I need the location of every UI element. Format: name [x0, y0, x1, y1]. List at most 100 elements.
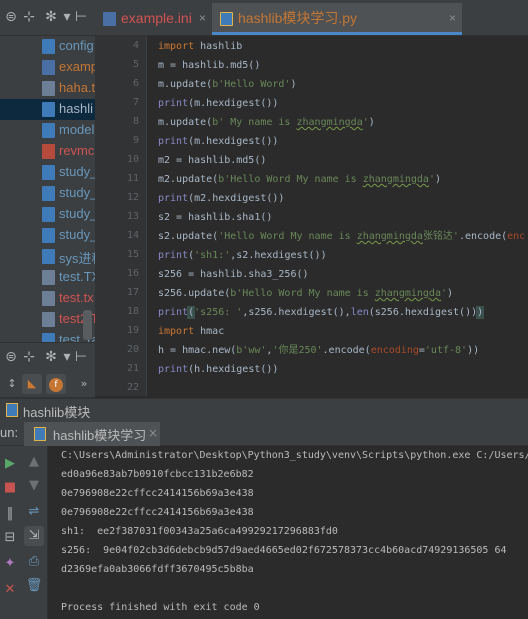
tab-hashlib-py[interactable]: hashlib模块学习.py × [212, 3, 462, 35]
line-number: 22 [126, 382, 139, 393]
py-file-icon [42, 39, 55, 54]
settings-icon[interactable]: ✦ [0, 554, 20, 574]
file-name: study_ [59, 185, 95, 200]
code-line: print(m2.hexdigest()) [158, 193, 285, 204]
line-number: 18 [126, 306, 139, 317]
run-toolbar-right: ▲ ▼ ⇌ ⇲ ⎙ 🗑 [20, 446, 48, 619]
line-number: 7 [132, 97, 139, 108]
code-line: s256 = hashlib.sha3_256() [158, 269, 309, 280]
scroll-up-icon[interactable]: ▲ [24, 452, 44, 472]
filter-fields-icon[interactable]: ◣ [22, 374, 42, 394]
layout-icon[interactable]: ⊟ [0, 528, 20, 548]
soft-wrap-icon[interactable]: ⇌ [24, 502, 44, 522]
sync-icon[interactable]: ⊜ [2, 348, 20, 366]
collapse-icon[interactable]: ⊹ [20, 348, 38, 366]
line-number: 9 [132, 135, 139, 146]
ini-file-icon [42, 60, 55, 75]
more-icon[interactable]: » [74, 374, 94, 394]
file-name: haha.t [59, 80, 95, 95]
run-tab-label: hashlib模块学习 [53, 428, 147, 443]
sync-icon[interactable]: ⊜ [2, 8, 20, 26]
line-number: 8 [132, 116, 139, 127]
file-name: hashli [59, 101, 93, 116]
code-line: import hashlib [158, 41, 243, 52]
line-number: 14 [126, 230, 139, 241]
scrollbar[interactable] [83, 310, 92, 340]
txt-file-icon [42, 81, 55, 96]
filter-functions-icon[interactable]: f [46, 374, 66, 394]
project-tree-item[interactable]: study_ [0, 183, 95, 204]
project-tree-item[interactable]: test.tx [0, 288, 95, 309]
tab-example-ini[interactable]: example.ini × [95, 3, 212, 35]
project-tree-item[interactable]: hashli [0, 99, 95, 120]
project-tree-item[interactable]: study_ [0, 204, 95, 225]
run-console[interactable]: C:\Users\Administrator\Desktop\Python3_s… [48, 446, 528, 619]
txt-file-icon [42, 312, 55, 327]
project-tree-item[interactable]: test2.T [0, 309, 95, 330]
close-icon[interactable]: × [449, 3, 456, 33]
print-icon[interactable]: ⎙ [24, 552, 44, 572]
editor-tabs: example.ini × hashlib模块学习.py × [95, 0, 528, 36]
file-name: config [59, 38, 94, 53]
close-run-icon[interactable]: ✕ [0, 580, 20, 600]
line-number-gutter: 4 5 6 7 8 9 10 11 12 13 14 15 16 17 18 19 20 21 22 [95, 36, 147, 396]
structure-title-bar: hashlib模块 [0, 398, 528, 422]
stop-icon[interactable]: ■ [0, 478, 20, 498]
scroll-down-icon[interactable]: ▼ [24, 476, 44, 496]
py-file-icon [42, 123, 55, 138]
file-name: model.py [59, 122, 95, 137]
project-tree-item[interactable]: test_ra [0, 330, 95, 342]
project-tree-item[interactable]: study_ [0, 225, 95, 246]
console-line: 0e796908e22cffcc2414156b69a3e438 [61, 507, 254, 518]
code-line: m = hashlib.md5() [158, 60, 261, 71]
python-file-icon [6, 403, 18, 417]
py-file-icon [42, 333, 55, 342]
console-line: s256: 9e04f02cb3d6debcb9d57d9aed4665ed02… [61, 545, 507, 556]
file-name: revmc [59, 143, 95, 158]
ini-file-icon [103, 12, 116, 26]
rerun-icon[interactable]: ▶ [0, 454, 20, 474]
line-number: 11 [126, 173, 139, 184]
code-line: print('s256: ',s256.hexdigest(),len(s256… [158, 306, 485, 319]
scroll-to-end-icon[interactable]: ⇲ [24, 526, 44, 546]
tab-run-config[interactable]: hashlib模块学习 × [24, 422, 160, 446]
project-tree-item[interactable]: examp [0, 57, 95, 78]
pause-icon[interactable]: ‖ [0, 504, 20, 524]
code-line: s2.update('Hello Word My name is zhangmi… [158, 231, 526, 242]
line-number: 4 [132, 40, 139, 51]
code-line: import hmac [158, 326, 225, 337]
collapse-icon[interactable]: ⊹ [20, 8, 38, 26]
file-name: examp [59, 59, 95, 74]
structure-label: hashlib模块 [23, 405, 91, 420]
hide-panel-icon[interactable]: ⊢ [72, 8, 90, 26]
line-number: 19 [126, 325, 139, 336]
file-name: study_ [59, 164, 95, 179]
code-line: s2 = hashlib.sha1() [158, 212, 273, 223]
close-icon[interactable]: × [148, 426, 158, 440]
code-line: print(m.hexdigest()) [158, 136, 279, 147]
console-line: 0e796908e22cffcc2414156b69a3e438 [61, 488, 254, 499]
py-file-icon [42, 228, 55, 243]
project-tree-item[interactable]: test.TX [0, 267, 95, 288]
code-editor[interactable]: import hashlib m = hashlib.md5() m.update(… [148, 36, 528, 396]
code-line: h = hmac.new(b'ww','你是250'.encode(encodi… [158, 345, 480, 356]
project-tree-item[interactable]: study_ [0, 162, 95, 183]
py-file-icon [42, 102, 55, 117]
project-tree-item[interactable]: revmc [0, 141, 95, 162]
txt-file-icon [42, 291, 55, 306]
hide-panel-icon[interactable]: ⊢ [72, 348, 90, 366]
file-name: study_ [59, 227, 95, 242]
project-tree-item[interactable]: model.py [0, 120, 95, 141]
project-tree-item[interactable]: config [0, 36, 95, 57]
sort-icon[interactable]: ↕ [2, 374, 22, 394]
close-icon[interactable]: × [199, 3, 206, 33]
trash-icon[interactable]: 🗑 [24, 576, 44, 596]
structure-filters: ↕ ◣ f » [0, 370, 95, 398]
project-tree-item[interactable]: sys进程 [0, 246, 95, 267]
file-name: sys进程 [59, 251, 95, 266]
code-line: s256.update(b'Hello Word My name is zhan… [158, 288, 454, 299]
red-file-icon [42, 144, 55, 159]
line-number: 20 [126, 344, 139, 355]
py-file-icon [42, 186, 55, 201]
project-tree-item[interactable]: haha.t [0, 78, 95, 99]
